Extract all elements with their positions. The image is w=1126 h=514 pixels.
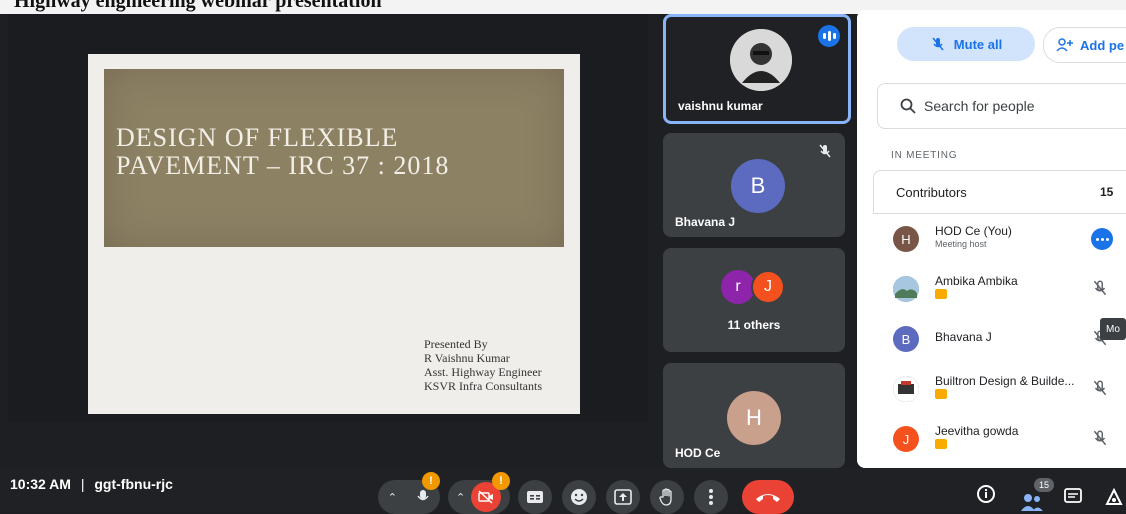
avatar: B xyxy=(731,159,785,213)
present-screen-icon xyxy=(614,489,632,505)
speaking-indicator-icon xyxy=(818,25,840,47)
more-options-button[interactable] xyxy=(694,480,728,514)
search-placeholder: Search for people xyxy=(924,98,1035,114)
info-icon[interactable] xyxy=(976,484,996,504)
people-icon[interactable] xyxy=(1020,492,1044,512)
presenter-badge-icon xyxy=(935,389,947,399)
participant-role: Meeting host xyxy=(935,239,987,249)
credit-line: Asst. Highway Engineer xyxy=(424,365,542,379)
section-heading: IN MEETING xyxy=(891,150,958,161)
tile-name: vaishnu kumar xyxy=(678,99,763,113)
tile-name: HOD Ce xyxy=(675,446,721,460)
participants-count-badge: 15 xyxy=(1034,478,1054,492)
more-vert-icon xyxy=(709,489,713,505)
avatar: r xyxy=(721,270,755,304)
add-person-icon xyxy=(1056,38,1073,52)
presenter-badge-icon xyxy=(935,289,947,299)
credit-line: R Vaishnu Kumar xyxy=(424,351,510,365)
mic-off-icon[interactable] xyxy=(1091,379,1109,397)
participant-name: Jeevitha gowda xyxy=(935,424,1019,438)
page-header-text: Highway engineering webinar presentation xyxy=(14,0,382,12)
camera-off-icon xyxy=(478,490,494,504)
avatar: B xyxy=(893,326,919,352)
separator: | xyxy=(80,476,85,492)
avatar xyxy=(893,376,919,402)
more-options-icon[interactable] xyxy=(1091,228,1113,250)
participant-row[interactable]: B Bhavana J xyxy=(873,316,1126,366)
participant-name: HOD Ce (You) xyxy=(935,224,1012,238)
activities-icon[interactable] xyxy=(1104,488,1124,508)
avatar xyxy=(893,276,919,302)
credit-line: KSVR Infra Consultants xyxy=(424,379,542,393)
mic-off-icon xyxy=(932,37,944,51)
credit-line: Presented By xyxy=(424,337,488,351)
avatar: H xyxy=(727,391,781,445)
participant-row[interactable]: Ambika Ambika xyxy=(873,266,1126,316)
tile-bhavana-j[interactable]: B Bhavana J xyxy=(663,133,845,237)
slide-title: Design of Flexible Pavement – IRC 37 : 2… xyxy=(116,123,450,180)
mute-all-button[interactable]: Mute all xyxy=(897,27,1035,61)
participant-name: Bhavana J xyxy=(935,330,992,344)
tile-others[interactable]: r J 11 others xyxy=(663,248,845,352)
warning-badge: ! xyxy=(492,472,510,490)
camera-control[interactable]: ⌃ ! xyxy=(448,472,510,514)
search-input[interactable]: Search for people xyxy=(877,83,1126,129)
avatar: J xyxy=(751,270,785,304)
avatar xyxy=(730,29,792,91)
mic-control[interactable]: ⌃ ! xyxy=(378,472,440,514)
contributors-group[interactable]: Contributors 15 xyxy=(873,170,1126,214)
participant-row[interactable]: J Jeevitha gowda xyxy=(873,416,1126,466)
add-people-button[interactable]: Add pe xyxy=(1043,27,1126,63)
tile-vaishnu-kumar[interactable]: vaishnu kumar xyxy=(663,14,851,124)
tile-name: Bhavana J xyxy=(675,215,736,229)
mute-all-label: Mute all xyxy=(953,36,1003,52)
present-button[interactable] xyxy=(606,480,640,514)
presentation-stage: Design of Flexible Pavement – IRC 37 : 2… xyxy=(8,14,648,422)
avatar: H xyxy=(893,226,919,252)
reactions-button[interactable] xyxy=(562,480,596,514)
group-count: 15 xyxy=(1100,185,1114,199)
meeting-info: 10:32 AM | ggt-fbnu-rjc xyxy=(10,476,173,492)
warning-badge: ! xyxy=(422,472,440,490)
tile-name: 11 others xyxy=(727,318,781,332)
leave-call-button[interactable] xyxy=(742,480,794,514)
hang-up-icon xyxy=(756,494,780,502)
participant-row[interactable]: H HOD Ce (You) Meeting host xyxy=(873,216,1126,266)
mic-off-icon xyxy=(819,144,831,158)
add-people-label: Add pe xyxy=(1080,37,1125,53)
captions-icon xyxy=(527,491,543,503)
participant-name: Builtron Design & Builde... xyxy=(935,374,1075,388)
chevron-up-icon[interactable]: ⌃ xyxy=(456,491,465,504)
tile-hod-ce[interactable]: H HOD Ce xyxy=(663,363,845,468)
participant-name: Ambika Ambika xyxy=(935,274,1018,288)
mic-off-icon[interactable] xyxy=(1091,429,1109,447)
captions-button[interactable] xyxy=(518,480,552,514)
presenter-badge-icon xyxy=(935,439,947,449)
people-panel: Mute all Add pe Search for people IN MEE… xyxy=(857,10,1126,468)
slide-credits: Presented By R Vaishnu Kumar Asst. Highw… xyxy=(424,337,542,393)
group-label: Contributors xyxy=(896,184,967,200)
tooltip: Mo xyxy=(1100,318,1126,340)
search-icon xyxy=(900,98,916,114)
bottom-bar: 10:32 AM | ggt-fbnu-rjc ⌃ ! ⌃ ! 15 xyxy=(0,468,1126,514)
mic-off-icon[interactable] xyxy=(1091,279,1109,297)
chevron-up-icon[interactable]: ⌃ xyxy=(388,491,397,504)
chat-icon[interactable] xyxy=(1064,488,1082,506)
clock-time: 10:32 AM xyxy=(10,476,71,492)
avatar: J xyxy=(893,426,919,452)
participant-row[interactable]: Builtron Design & Builde... xyxy=(873,366,1126,416)
meeting-code: ggt-fbnu-rjc xyxy=(94,476,173,492)
hand-icon xyxy=(659,488,672,506)
emoji-icon xyxy=(571,489,587,505)
microphone-icon[interactable] xyxy=(416,489,430,505)
slide: Design of Flexible Pavement – IRC 37 : 2… xyxy=(88,54,580,414)
raise-hand-button[interactable] xyxy=(650,480,684,514)
